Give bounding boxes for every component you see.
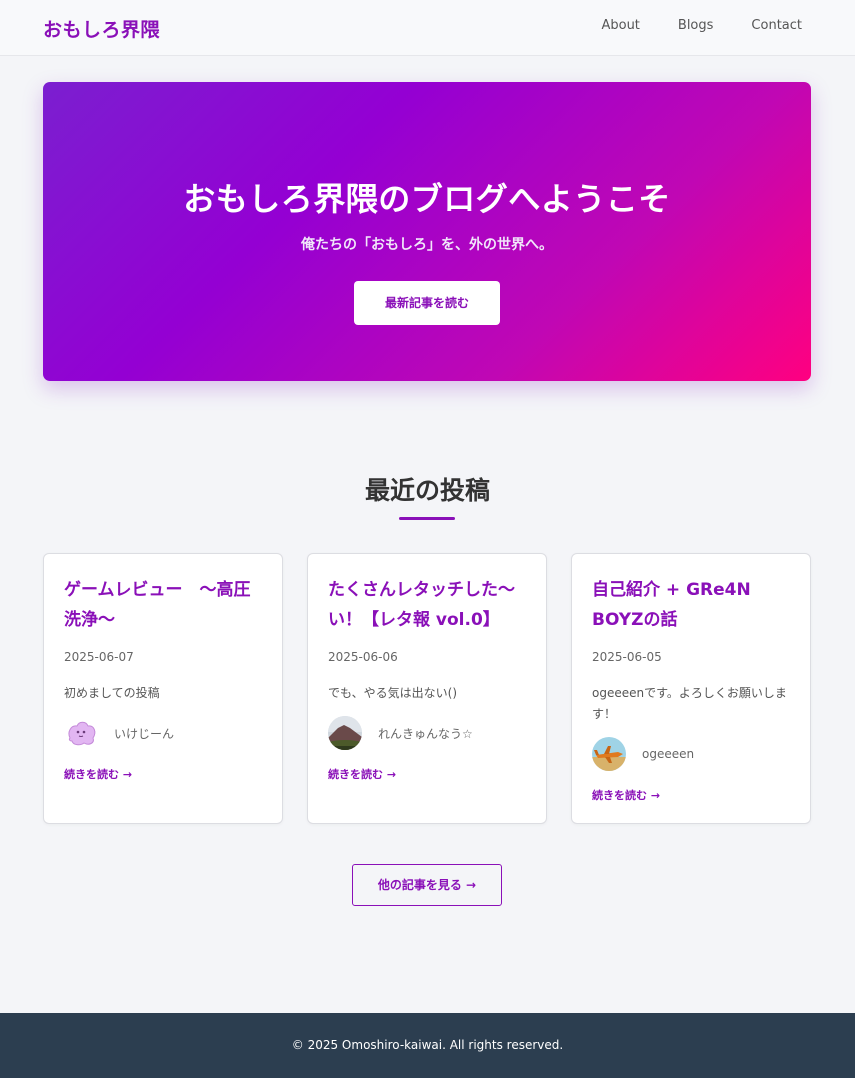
post-card: ゲームレビュー ～高圧洗浄～ 2025-06-07 初めましての投稿 いけじーん…	[43, 553, 283, 824]
main-nav: About Blogs Contact	[601, 18, 802, 33]
post-card: 自己紹介 + GRe4N BOYZの話 2025-06-05 ogeeeenです…	[571, 553, 811, 824]
post-date: 2025-06-06	[328, 650, 398, 664]
post-card: たくさんレタッチした～い！【レタ報 vol.0】 2025-06-06 でも、や…	[307, 553, 547, 824]
read-more-link[interactable]: 続きを読む →	[592, 787, 660, 803]
post-excerpt: 初めましての投稿	[64, 686, 160, 700]
site-header: おもしろ界隈 About Blogs Contact	[0, 0, 855, 56]
hero-title: おもしろ界隈のブログへようこそ	[183, 180, 671, 218]
read-latest-button[interactable]: 最新記事を読む	[354, 281, 500, 325]
footer-copyright: © 2025 Omoshiro-kaiwai. All rights reser…	[291, 1038, 564, 1052]
post-title[interactable]: ゲームレビュー ～高圧洗浄～	[64, 575, 264, 635]
post-author: れんきゅんなう☆	[328, 716, 473, 750]
post-title[interactable]: たくさんレタッチした～い！【レタ報 vol.0】	[328, 575, 528, 635]
post-date: 2025-06-05	[592, 650, 662, 664]
post-excerpt: でも、やる気は出ない()	[328, 686, 458, 700]
author-name: れんきゅんなう☆	[378, 726, 473, 741]
hero-banner: おもしろ界隈のブログへようこそ 俺たちの「おもしろ」を、外の世界へ。 最新記事を…	[43, 82, 811, 381]
author-name: ogeeeen	[642, 747, 695, 761]
nav-blogs[interactable]: Blogs	[678, 18, 714, 33]
site-logo[interactable]: おもしろ界隈	[43, 15, 160, 42]
more-posts-button[interactable]: 他の記事を見る →	[352, 864, 502, 906]
post-author: ogeeeen	[592, 737, 694, 771]
post-author: いけじーん	[64, 716, 174, 750]
read-more-link[interactable]: 続きを読む →	[328, 766, 396, 782]
nav-about[interactable]: About	[601, 18, 639, 33]
title-underline	[399, 517, 455, 520]
post-excerpt: ogeeeenです。よろしくお願いします！	[592, 686, 787, 721]
post-title[interactable]: 自己紹介 + GRe4N BOYZの話	[592, 575, 792, 635]
purple-blob-avatar-icon	[64, 716, 98, 750]
recent-posts-title: 最近の投稿	[364, 476, 490, 505]
mountain-photo-avatar-icon	[328, 716, 362, 750]
author-name: いけじーん	[114, 726, 175, 741]
site-footer: © 2025 Omoshiro-kaiwai. All rights reser…	[0, 1013, 855, 1078]
post-date: 2025-06-07	[64, 650, 134, 664]
read-more-link[interactable]: 続きを読む →	[64, 766, 132, 782]
nav-contact[interactable]: Contact	[751, 18, 802, 33]
airplane-photo-avatar-icon	[592, 737, 626, 771]
hero-subtitle: 俺たちの「おもしろ」を、外の世界へ。	[301, 237, 553, 253]
